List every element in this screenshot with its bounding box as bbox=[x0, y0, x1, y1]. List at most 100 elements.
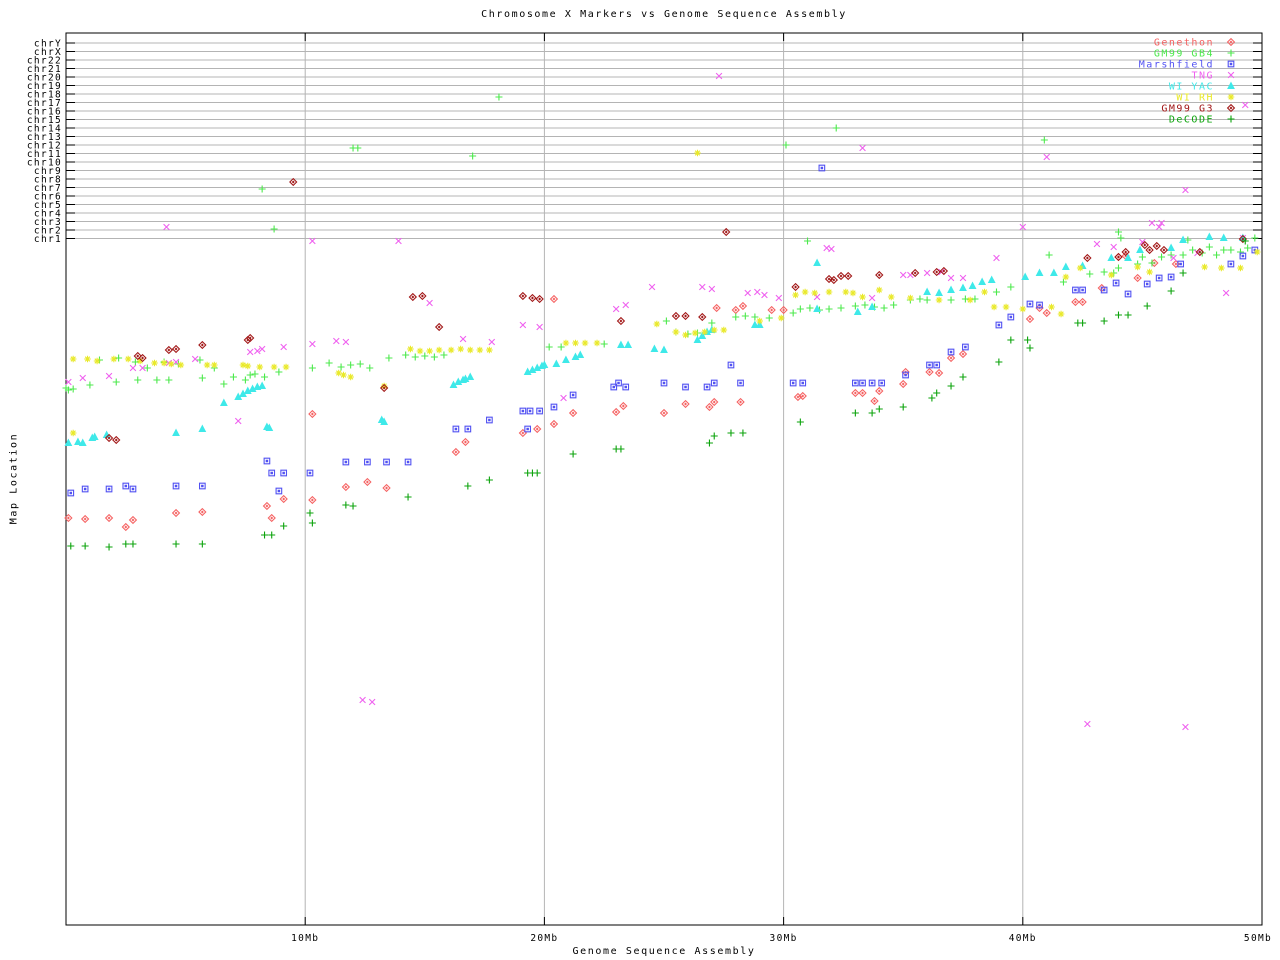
data-point-x bbox=[947, 274, 955, 282]
data-point-x bbox=[129, 364, 137, 372]
data-point-triangle-filled bbox=[935, 288, 943, 296]
data-point-x bbox=[923, 269, 931, 277]
data-point-plus bbox=[741, 312, 749, 320]
data-point-diamond-dot bbox=[265, 504, 269, 508]
data-point-triangle-filled bbox=[219, 398, 228, 406]
data-point-triangle-filled bbox=[987, 275, 996, 283]
data-point-triangle-filled bbox=[978, 277, 987, 285]
data-point-plus bbox=[385, 354, 393, 362]
data-point-diamond-dot bbox=[827, 277, 831, 281]
data-point-triangle-filled bbox=[624, 340, 633, 348]
data-point-plus bbox=[308, 519, 316, 527]
data-point-asterisk bbox=[1237, 264, 1244, 272]
data-point-diamond-dot bbox=[454, 450, 458, 454]
data-point-triangle-filled bbox=[552, 359, 561, 367]
data-point-plus bbox=[708, 319, 716, 327]
series-wi-yac bbox=[64, 232, 1247, 446]
legend-label-wi-yac: WI YAC bbox=[1169, 82, 1214, 93]
data-point-plus bbox=[165, 376, 173, 384]
data-point-square-dot bbox=[538, 409, 541, 413]
legend-label-genethon: Genethon bbox=[1154, 38, 1214, 49]
data-point-plus bbox=[258, 185, 266, 193]
data-point-diamond-dot bbox=[365, 480, 369, 484]
data-point-x bbox=[105, 372, 113, 380]
data-point-diamond-dot bbox=[707, 405, 711, 409]
data-point-square-dot bbox=[69, 491, 73, 495]
data-point-diamond-dot bbox=[1136, 276, 1140, 280]
data-point-plus bbox=[251, 370, 259, 378]
data-point-diamond-dot bbox=[928, 370, 931, 374]
data-point-x bbox=[993, 254, 1000, 262]
data-point-diamond-dot bbox=[291, 180, 295, 184]
data-point-diamond-dot bbox=[1117, 255, 1120, 259]
data-point-diamond-dot bbox=[684, 402, 688, 406]
data-point-square-dot bbox=[612, 385, 616, 389]
data-point-x bbox=[1148, 219, 1156, 227]
data-point-x bbox=[342, 338, 350, 346]
data-point-triangle-filled bbox=[1061, 262, 1070, 270]
data-point-diamond-dot bbox=[131, 518, 135, 522]
data-point-x bbox=[1182, 723, 1189, 731]
data-point-square-dot bbox=[1009, 315, 1013, 319]
data-point-square-dot bbox=[466, 427, 470, 431]
data-point-x bbox=[698, 283, 706, 291]
data-point-triangle-filled bbox=[959, 283, 967, 291]
data-point-plus bbox=[1220, 246, 1228, 254]
data-point-asterisk bbox=[720, 326, 728, 334]
data-point-plus bbox=[366, 364, 374, 372]
data-point-asterisk bbox=[1002, 303, 1010, 311]
data-point-x bbox=[234, 417, 242, 425]
data-point-plus bbox=[899, 403, 907, 411]
data-point-diamond-dot bbox=[1241, 237, 1245, 241]
data-point-x bbox=[246, 348, 254, 356]
data-point-plus bbox=[851, 409, 859, 417]
data-point-diamond-dot bbox=[901, 382, 905, 386]
data-point-asterisk bbox=[256, 363, 264, 371]
data-point-asterisk bbox=[859, 293, 866, 301]
x-tick-label: 50Mb bbox=[1244, 933, 1272, 944]
data-point-plus bbox=[861, 301, 869, 309]
data-point-plus bbox=[1179, 269, 1187, 277]
data-point-square-dot bbox=[904, 373, 907, 377]
data-point-square-dot bbox=[801, 381, 804, 385]
data-point-asterisk bbox=[887, 293, 895, 301]
data-point-x bbox=[488, 338, 496, 346]
data-point-plus bbox=[1179, 251, 1187, 259]
data-point-plus bbox=[411, 353, 419, 361]
data-point-x bbox=[648, 283, 656, 291]
data-point-square-dot bbox=[454, 427, 458, 431]
data-point-triangle-filled bbox=[923, 287, 932, 295]
data-point-triangle-filled bbox=[1205, 232, 1214, 240]
data-point-asterisk bbox=[981, 288, 988, 296]
data-point-plus bbox=[241, 376, 249, 384]
data-point-diamond-dot bbox=[174, 511, 178, 515]
data-point-diamond-dot bbox=[942, 269, 946, 273]
data-point-asterisk bbox=[875, 286, 883, 294]
data-point-diamond-dot bbox=[1162, 248, 1166, 252]
data-point-plus bbox=[789, 309, 797, 317]
data-point-plus bbox=[261, 531, 269, 539]
data-point-plus bbox=[356, 360, 364, 368]
data-point-triangle-filled bbox=[198, 424, 207, 432]
data-point-diamond-dot bbox=[248, 336, 252, 340]
data-point-plus bbox=[959, 373, 967, 381]
data-point-x bbox=[280, 343, 287, 351]
data-point-plus bbox=[404, 493, 412, 501]
data-point-triangle-filled bbox=[1136, 245, 1144, 253]
data-point-plus bbox=[796, 305, 804, 313]
data-point-plus bbox=[1143, 302, 1151, 310]
data-point-diamond-dot bbox=[770, 308, 774, 312]
data-point-plus bbox=[705, 439, 713, 447]
data-point-square-dot bbox=[935, 363, 938, 367]
data-point-square-dot bbox=[712, 381, 716, 385]
data-point-asterisk bbox=[1048, 303, 1055, 311]
data-point-plus bbox=[868, 409, 876, 417]
data-point-square-dot bbox=[997, 323, 1001, 327]
data-point-diamond-dot bbox=[877, 389, 881, 393]
data-point-plus bbox=[129, 540, 137, 548]
data-point-plus bbox=[402, 351, 410, 359]
data-point-plus bbox=[947, 382, 955, 390]
data-point-asterisk bbox=[1218, 264, 1225, 272]
data-point-plus bbox=[1026, 344, 1034, 352]
data-point-plus bbox=[995, 358, 1003, 366]
